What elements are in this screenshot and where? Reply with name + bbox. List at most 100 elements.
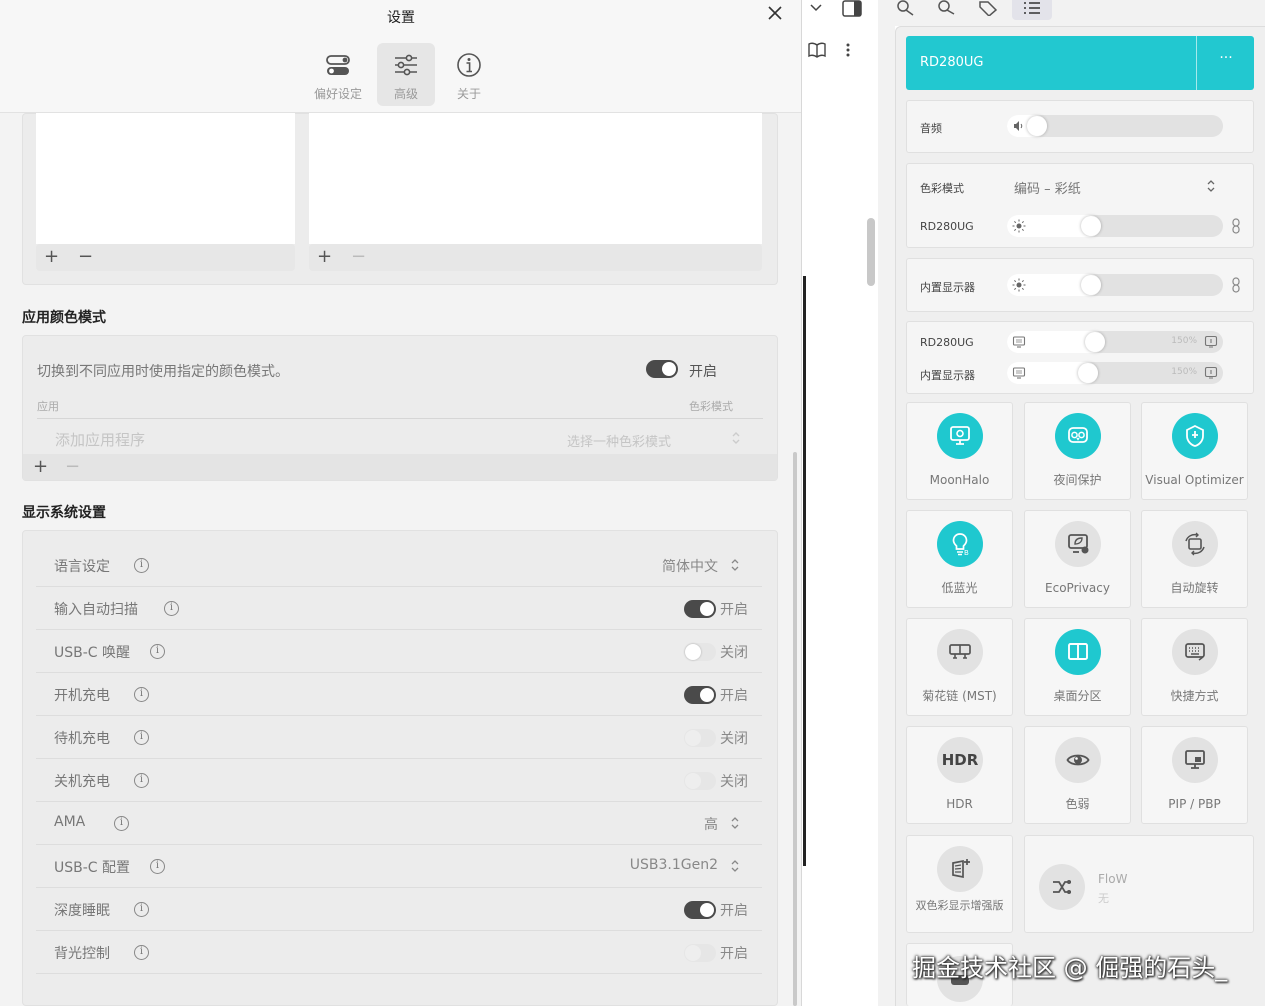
feature-tile[interactable]: 快捷方式 (1141, 618, 1248, 716)
split-screen-icon (1068, 643, 1088, 660)
tile-label: EcoPrivacy (1045, 581, 1110, 595)
chain-link-icon[interactable] (1231, 277, 1241, 293)
setting-value[interactable]: 简体中文 (662, 556, 718, 576)
info-icon[interactable]: i (134, 902, 149, 917)
setting-row: 关机充电 i 关闭 (36, 759, 762, 802)
add-button[interactable]: + (44, 248, 59, 266)
setting-label: 背光控制 (54, 946, 110, 962)
brightness-slider[interactable] (1007, 274, 1223, 296)
info-icon[interactable]: i (134, 773, 149, 788)
tab-preferences[interactable]: 偏好设定 (309, 43, 367, 106)
feature-tile[interactable]: HDR HDR (906, 726, 1013, 824)
setting-value[interactable]: USB3.1Gen2 (630, 857, 718, 873)
info-icon[interactable]: i (150, 644, 165, 659)
info-icon[interactable]: i (134, 687, 149, 702)
updown-chevron-icon[interactable] (730, 557, 740, 573)
scaling-slider[interactable]: 150% (1007, 331, 1223, 353)
setting-toggle[interactable] (684, 772, 716, 790)
feature-tile[interactable]: EcoPrivacy (1024, 510, 1131, 608)
setting-toggle[interactable] (684, 729, 716, 747)
feature-tile[interactable]: 双色彩显示增强版 (906, 835, 1013, 933)
info-icon[interactable]: i (164, 601, 179, 616)
setting-toggle[interactable] (684, 686, 716, 704)
feature-tile[interactable]: B 低蓝光 (906, 510, 1013, 608)
app-color-toggle[interactable] (646, 360, 678, 378)
setting-row: 语言设定 i 简体中文 (36, 544, 762, 587)
feature-tile[interactable]: Visual Optimizer (1141, 402, 1248, 500)
app-list-right[interactable] (309, 113, 762, 244)
scaling-label: RD280UG (920, 336, 974, 349)
link-app-icon[interactable] (896, 0, 916, 16)
setting-toggle[interactable] (684, 600, 716, 618)
section-title-app-color: 应用颜色模式 (22, 310, 106, 326)
updown-chevron-icon[interactable] (730, 858, 740, 874)
scaling-slider[interactable]: 150% (1007, 362, 1223, 384)
setting-toggle[interactable] (684, 643, 716, 661)
setting-toggle[interactable] (684, 944, 716, 962)
brightness-slider[interactable] (1007, 215, 1223, 237)
tab-advanced[interactable]: 高级 (377, 43, 435, 106)
updown-chevron-icon (1207, 180, 1215, 192)
dual-color-icon (952, 859, 970, 879)
scrollbar[interactable] (793, 452, 797, 1006)
info-icon[interactable]: i (134, 945, 149, 960)
more-options-button[interactable]: ··· (1211, 50, 1241, 66)
tile-label: 桌面分区 (1053, 689, 1102, 703)
flow-tile[interactable]: FloW 无 (1024, 835, 1254, 933)
setting-value[interactable]: 高 (704, 814, 718, 834)
close-icon (768, 6, 782, 20)
toggles-icon (326, 55, 350, 75)
tile-label: 自动旋转 (1170, 581, 1219, 595)
add-button[interactable]: + (317, 248, 332, 266)
list-menu-button[interactable] (1012, 0, 1052, 20)
info-icon[interactable]: i (134, 558, 149, 573)
sidebar-toggle-icon[interactable] (841, 0, 863, 18)
chevron-down-icon[interactable] (809, 2, 823, 14)
flow-label: FloW (1098, 872, 1128, 886)
app-list-left[interactable] (36, 113, 295, 244)
tile-circle (937, 846, 983, 892)
color-mode-select[interactable]: 选择一种色彩模式 (567, 431, 671, 450)
setting-toggle[interactable] (684, 901, 716, 919)
remove-button[interactable]: − (65, 458, 80, 476)
tab-about[interactable]: 关于 (440, 43, 498, 106)
setting-row: 待机充电 i 关闭 (36, 716, 762, 759)
add-app-placeholder[interactable]: 添加应用程序 (55, 429, 145, 450)
tile-circle (1055, 629, 1101, 675)
feature-tile[interactable]: 色弱 (1024, 726, 1131, 824)
setting-row: AMA i 高 (36, 802, 762, 845)
sync-icon[interactable] (936, 0, 956, 16)
info-icon[interactable]: i (150, 859, 165, 874)
scaling-value: 150% (1171, 336, 1197, 346)
color-mode-select[interactable]: 编码 – 彩纸 (1014, 178, 1081, 197)
updown-chevron-icon[interactable] (730, 815, 740, 831)
device-header[interactable]: RD280UG ··· (906, 36, 1254, 90)
screen-scale-icon (1012, 336, 1026, 348)
chain-link-icon[interactable] (1231, 218, 1241, 234)
book-icon[interactable] (808, 42, 826, 58)
app-color-card: 切换到不同应用时使用指定的颜色模式。 开启 应用 色彩模式 添加应用程序 选择一… (22, 335, 778, 481)
close-button[interactable] (764, 2, 786, 24)
remove-button[interactable]: − (78, 248, 93, 266)
audio-slider[interactable] (1007, 115, 1223, 137)
feature-tile[interactable]: 夜间保护 (1024, 402, 1131, 500)
feature-tile[interactable]: 自动旋转 (1141, 510, 1248, 608)
info-icon (457, 53, 481, 77)
add-button[interactable]: + (33, 458, 48, 476)
feature-tile[interactable]: 桌面分区 (1024, 618, 1131, 716)
more-vertical-icon[interactable] (844, 42, 852, 58)
app-color-toggle-label: 开启 (689, 364, 717, 380)
setting-value: 关闭 (720, 645, 748, 661)
feature-tile[interactable]: MoonHalo (906, 402, 1013, 500)
feature-tile[interactable]: PIP / PBP (1141, 726, 1248, 824)
scrollbar-thumb[interactable] (867, 218, 875, 286)
tag-icon[interactable] (978, 0, 998, 16)
remove-button[interactable]: − (351, 248, 366, 266)
tile-label: 双色彩显示增强版 (915, 899, 1004, 912)
watermark: 掘金技术社区 @ 倔强的石头_ (912, 954, 1228, 982)
tile-circle (1172, 737, 1218, 783)
feature-tile[interactable]: 菊花链 (MST) (906, 618, 1013, 716)
info-icon[interactable]: i (134, 730, 149, 745)
info-icon[interactable]: i (114, 816, 129, 831)
list-icon (1024, 2, 1040, 14)
